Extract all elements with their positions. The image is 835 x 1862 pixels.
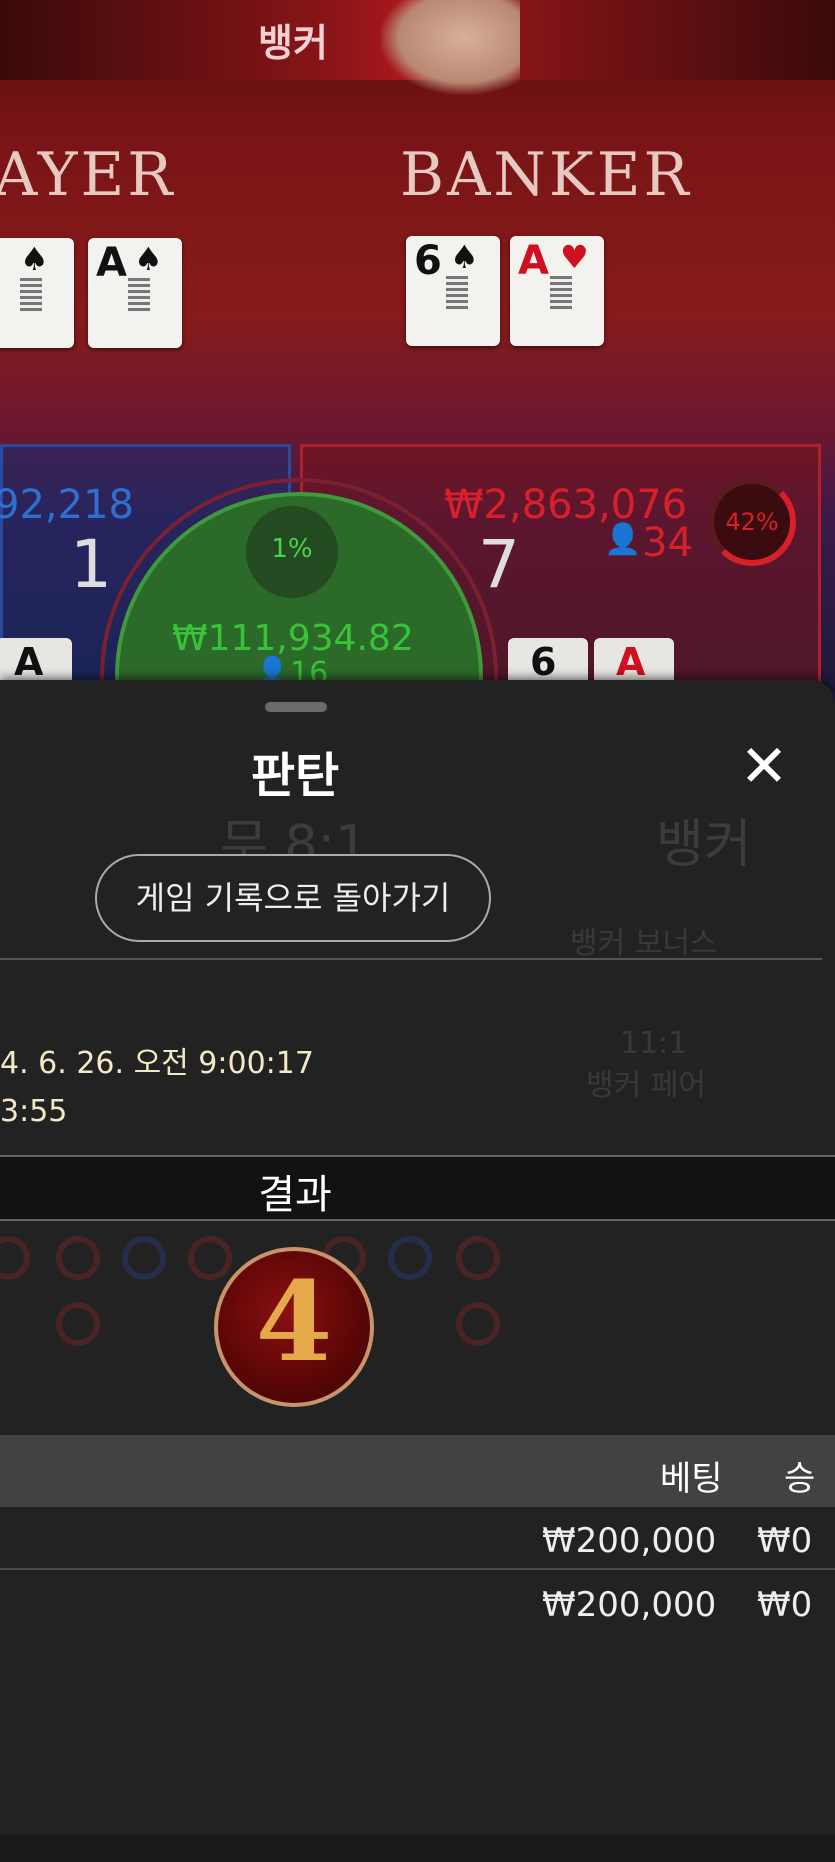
tie-percent-ring: 1% (246, 506, 338, 598)
result-label: 결과 (258, 1172, 332, 1218)
banker-percent-ring: 42% (708, 478, 796, 566)
ghost-road-marker (456, 1236, 500, 1280)
video-banker-card-1: 6 ♠ (406, 236, 500, 346)
ghost-road-marker (456, 1302, 500, 1346)
ghost-road-marker (56, 1302, 100, 1346)
close-icon[interactable]: ✕ (734, 736, 794, 796)
divider (0, 958, 822, 960)
video-banker-card-2: A ♥ (510, 236, 604, 346)
dealer-hand (380, 0, 520, 95)
banker-percent: 42% (725, 508, 779, 536)
row-1-win: ₩0 (757, 1521, 813, 1561)
row-1-bet: ₩200,000 (542, 1521, 717, 1561)
tie-percent: 1% (271, 534, 313, 564)
banker-table-label: BANKER (400, 140, 692, 210)
player-score: 1 (70, 526, 112, 603)
panel-title: 판탄 (250, 748, 340, 804)
ghost-road-marker (56, 1236, 100, 1280)
ghost-banker-pair: 뱅커 페어 (586, 1068, 706, 1103)
round-datetime: 4. 6. 26. 오전 9:00:17 (0, 1046, 314, 1081)
player-bet-amount: 92,218 (0, 482, 134, 528)
ghost-banker-pair-odds: 11:1 (620, 1026, 688, 1061)
ghost-road-marker (388, 1236, 432, 1280)
table-row-divider (0, 1568, 835, 1570)
back-to-history-button[interactable]: 게임 기록으로 돌아가기 (95, 854, 491, 942)
result-value: 4 (255, 1257, 333, 1386)
header-win: 승 (784, 1459, 816, 1499)
banker-players-icon: 👤 (604, 522, 642, 557)
ghost-banker-bonus: 뱅커 보너스 (570, 926, 718, 961)
banker-players-count: 34 (642, 520, 693, 566)
header-bet: 베팅 (660, 1459, 723, 1499)
ghost-banker-label: 뱅커 (656, 815, 752, 875)
player-table-label: AYER (0, 140, 176, 210)
video-player-card-1: J ♠ (0, 238, 74, 348)
result-ball: 4 (214, 1247, 374, 1407)
ghost-road-marker (122, 1236, 166, 1280)
row-2-bet: ₩200,000 (542, 1585, 717, 1625)
video-player-card-2: A ♠ (88, 238, 182, 348)
dealer-banner-label: 뱅커 (258, 21, 328, 65)
row-2-win: ₩0 (757, 1585, 813, 1625)
round-duration: 3:55 (0, 1094, 68, 1129)
tie-bet-amount: ₩111,934.82 (172, 618, 414, 659)
panel-drag-handle[interactable] (265, 702, 327, 712)
banker-score: 7 (478, 526, 520, 603)
divider (0, 1219, 835, 1221)
bottom-edge (0, 1835, 835, 1862)
